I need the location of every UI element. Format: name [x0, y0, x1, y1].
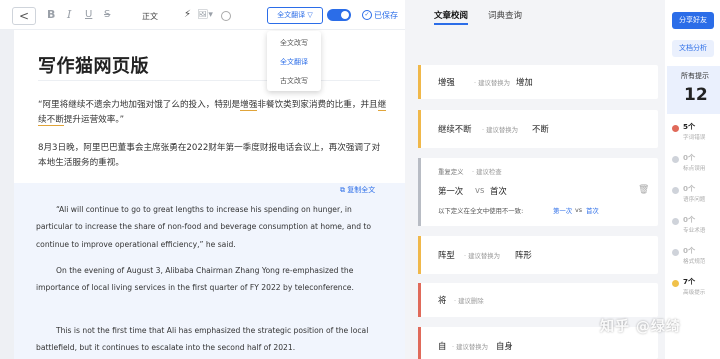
suggestion-card[interactable]: 阵型 · 建议替换为 阵形 — [418, 236, 658, 274]
category-dot — [672, 187, 679, 194]
back-button[interactable]: < — [12, 7, 36, 25]
check-circle-icon: ✓ — [362, 10, 372, 20]
category-count: 0个 — [683, 246, 696, 255]
dropdown-item-classical[interactable]: 古文改写 — [267, 76, 321, 86]
category-label: 格式规范 — [683, 259, 706, 265]
watermark: 知乎 @绿绮 — [600, 319, 681, 335]
suggestion-card[interactable]: 增强 · 建议替换为 增加 — [418, 65, 658, 99]
category-dot — [672, 218, 679, 225]
category-dot — [672, 249, 679, 256]
flagged-word[interactable]: 增强 — [240, 100, 258, 111]
category-dot — [672, 280, 679, 287]
category-count: 0个 — [683, 184, 696, 193]
underline-button[interactable]: U — [85, 8, 92, 22]
translated-paragraph-2: On the evening of August 3, Alibaba Chai… — [36, 266, 354, 293]
magic-icon[interactable]: ⚡ — [184, 8, 191, 22]
category-label: 高级提示 — [683, 290, 706, 296]
title-divider — [38, 80, 380, 81]
italic-button[interactable]: I — [67, 8, 71, 22]
copy-all-button[interactable]: ⧉ 复制全文 — [340, 185, 375, 195]
tab-dictionary[interactable]: 词典查询 — [488, 9, 522, 21]
all-hints-label: 所有提示 — [681, 72, 709, 80]
save-status: 已保存 — [374, 11, 398, 20]
category-item[interactable]: 5个字词错误 — [672, 121, 717, 149]
category-label: 标点误用 — [683, 166, 706, 172]
image-icon[interactable]: 🖼▾ — [197, 8, 213, 22]
dropdown-item-rewrite[interactable]: 全文改写 — [267, 38, 321, 48]
category-label: 字词错误 — [683, 135, 706, 141]
clear-format-icon[interactable] — [221, 11, 231, 21]
mode-dropdown: 全文改写 全文翻译 古文改写 — [267, 31, 321, 91]
translated-paragraph-1: “Ali will continue to go to great length… — [36, 205, 372, 249]
mode-select[interactable]: 全文翻译 ▽ — [267, 7, 323, 24]
category-count: 0个 — [683, 215, 696, 224]
category-dot — [672, 156, 679, 163]
category-label: 专业术语 — [683, 228, 706, 234]
suggestion-card[interactable]: 将 · 建议删除 — [418, 283, 658, 317]
category-item[interactable]: 7个高级提示 — [672, 276, 717, 304]
category-count: 5个 — [683, 122, 696, 131]
document-title[interactable]: 写作猫网页版 — [38, 52, 149, 78]
suggestion-card-expanded[interactable]: 重复定义 · 建议检查 第一次 vs 首次 🗑 以下定义在全文中使用不一致: 第… — [418, 158, 658, 226]
category-count: 0个 — [683, 153, 696, 162]
category-label: 语序问题 — [683, 197, 706, 203]
category-item[interactable]: 0个语序问题 — [672, 183, 717, 211]
all-hints-count: 12 — [684, 85, 708, 105]
category-item[interactable]: 0个标点误用 — [672, 152, 717, 180]
category-item[interactable]: 0个格式规范 — [672, 245, 717, 273]
category-item[interactable]: 0个专业术语 — [672, 214, 717, 242]
category-count: 7个 — [683, 277, 696, 286]
suggestion-card[interactable]: 继续不断 · 建议替换为 不断 — [418, 110, 658, 148]
bold-button[interactable]: B — [47, 8, 55, 22]
trash-icon[interactable]: 🗑 — [638, 185, 649, 195]
paragraph-2[interactable]: 8月3日晚，阿里巴巴董事会主席张勇在2022财年第一季度财报电话会议上，再次强调… — [38, 141, 388, 171]
tab-proofread[interactable]: 文章校阅 — [434, 9, 468, 21]
document-analysis-button[interactable]: 文档分析 — [672, 40, 714, 57]
category-dot — [672, 125, 679, 132]
dropdown-item-translate[interactable]: 全文翻译 — [267, 57, 321, 67]
paragraph-1[interactable]: “阿里将继续不遗余力地加强对饿了么的投入，特别是增强非餐饮类到家消费的比重，并且… — [38, 98, 388, 128]
strikethrough-button[interactable]: S — [104, 8, 110, 22]
share-button[interactable]: 分享好友 — [672, 12, 714, 29]
paragraph-style-select[interactable]: 正文 — [142, 10, 158, 24]
active-tab-indicator — [434, 23, 468, 25]
translated-paragraph-3: This is not the first time that Ali has … — [36, 326, 369, 353]
auto-check-toggle[interactable] — [327, 9, 351, 21]
category-list: 5个 字词错误 0个 标点误用 0个 语序问题 0个 专业术语 0个 格式规范 7个 高级提示 — [672, 121, 717, 311]
